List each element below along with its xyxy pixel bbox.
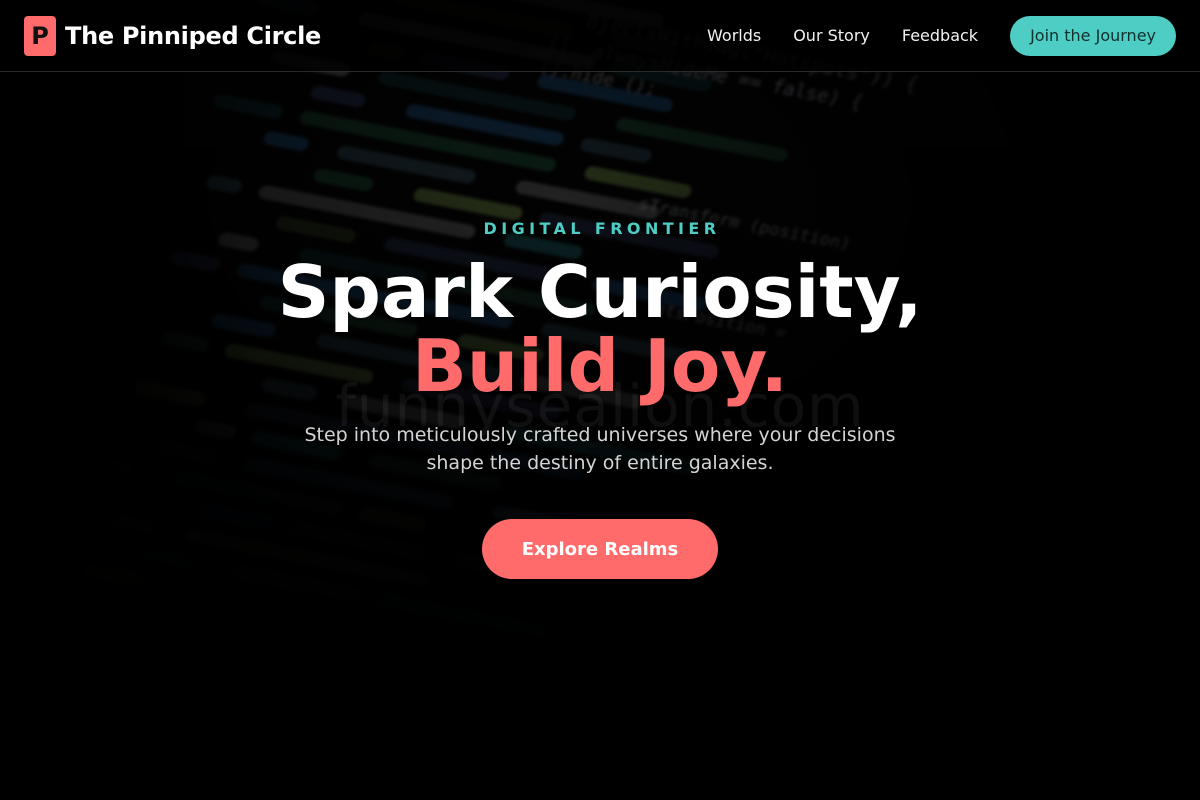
join-journey-button[interactable]: Join the Journey bbox=[1010, 15, 1176, 56]
headline-line-1: Spark Curiosity, bbox=[277, 250, 923, 334]
nav-link-feedback[interactable]: Feedback bbox=[902, 26, 978, 45]
logo-icon: P bbox=[24, 15, 56, 56]
main-nav: Worlds Our Story Feedback Join the Journ… bbox=[707, 15, 1176, 56]
page: bjectsWithTag("Hotspots")) {(). alwaysHi… bbox=[0, 0, 1200, 800]
site-header: P The Pinniped Circle Worlds Our Story F… bbox=[0, 0, 1200, 72]
hero-section: DIGITAL FRONTIER Spark Curiosity, Build … bbox=[0, 72, 1200, 579]
hero-subtitle: Step into meticulously crafted universes… bbox=[304, 424, 896, 474]
headline-line-2: Build Joy. bbox=[411, 324, 789, 408]
brand-name: The Pinniped Circle bbox=[65, 21, 322, 50]
nav-link-worlds[interactable]: Worlds bbox=[707, 26, 761, 45]
nav-link-our-story[interactable]: Our Story bbox=[793, 26, 870, 45]
explore-realms-button[interactable]: Explore Realms bbox=[481, 519, 719, 579]
hero-eyebrow: DIGITAL FRONTIER bbox=[483, 219, 721, 238]
brand-link[interactable]: P The Pinniped Circle bbox=[24, 15, 322, 56]
hero-headline: Spark Curiosity, Build Joy. bbox=[0, 255, 1200, 403]
